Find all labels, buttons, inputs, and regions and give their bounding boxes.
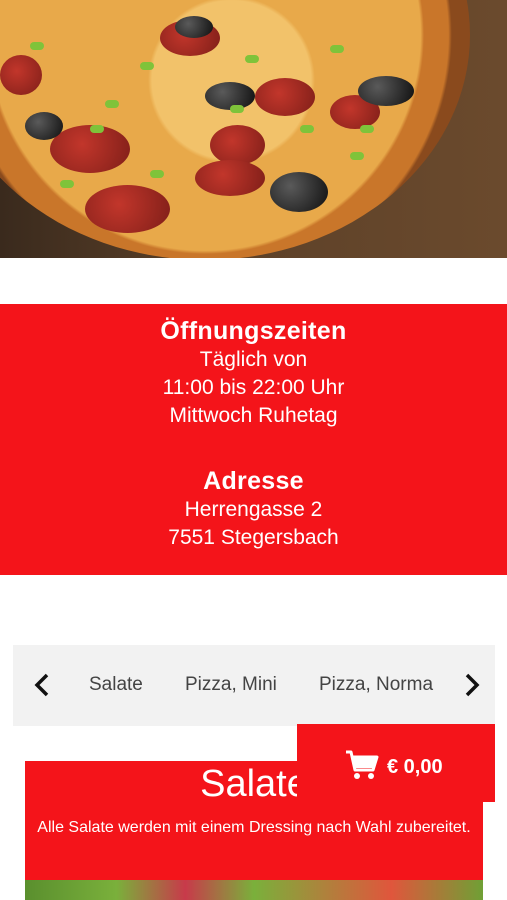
opening-hours: Öffnungszeiten Täglich von 11:00 bis 22:… — [0, 317, 507, 430]
opening-hours-line: Täglich von — [199, 348, 308, 371]
opening-hours-line: 11:00 bis 22:00 Uhr — [162, 376, 345, 399]
category-nav: Salate Pizza, Mini Pizza, Norma — [13, 645, 495, 726]
section-description: Alle Salate werden mit einem Dressing na… — [37, 819, 471, 836]
address-line: 7551 Stegersbach — [168, 526, 339, 549]
info-section: Öffnungszeiten Täglich von 11:00 bis 22:… — [0, 304, 507, 575]
salad-image — [25, 880, 483, 900]
address: Adresse Herrengasse 2 7551 Stegersbach — [0, 467, 507, 552]
cart-button[interactable]: € 0,00 — [297, 724, 495, 802]
address-line: Herrengasse 2 — [184, 498, 323, 521]
category-tab-pizza-mini[interactable]: Pizza, Mini — [185, 674, 277, 696]
cart-total: € 0,00 — [387, 756, 443, 778]
opening-hours-line: Mittwoch Ruhetag — [169, 404, 338, 427]
shopping-cart-icon — [345, 749, 379, 786]
opening-hours-heading: Öffnungszeiten — [160, 317, 347, 345]
chevron-right-icon[interactable] — [457, 670, 487, 700]
chevron-left-icon[interactable] — [27, 670, 57, 700]
category-tab-salate[interactable]: Salate — [89, 674, 143, 696]
hero-pizza-image — [0, 0, 507, 258]
category-tab-pizza-normal[interactable]: Pizza, Norma — [319, 674, 433, 696]
address-heading: Adresse — [203, 467, 304, 495]
